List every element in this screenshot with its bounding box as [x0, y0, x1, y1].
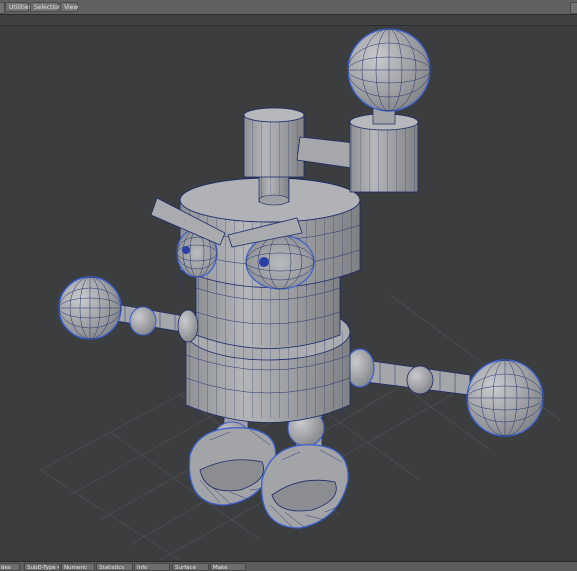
sides-dropdown[interactable]: des — [0, 563, 20, 571]
surface-label: Surface — [175, 565, 196, 571]
perspective-viewport[interactable] — [0, 26, 577, 561]
numeric-label: Numeric — [64, 565, 88, 571]
numeric-button[interactable]: Numeric — [61, 563, 95, 571]
statistics-label: Statistics — [99, 565, 125, 571]
status-toolbar: des SubD-Type ▾ Numeric Statistics Info … — [0, 561, 577, 571]
tab-utilities[interactable]: Utilities — [5, 2, 32, 12]
sides-label: des — [1, 565, 11, 571]
tab-view[interactable]: View — [60, 2, 78, 12]
info-label: Info — [137, 565, 148, 571]
info-button[interactable]: Info — [134, 563, 170, 571]
subd-type-label: SubD-Type — [27, 565, 56, 571]
subd-type-dropdown[interactable]: SubD-Type ▾ — [24, 563, 60, 571]
surface-button[interactable]: Surface — [172, 563, 209, 571]
modeler-window: Utilities Selection View des SubD-Type N… — [0, 0, 577, 571]
top-menu-bar: Utilities Selection View — [0, 0, 577, 15]
right-eye[interactable] — [245, 234, 315, 290]
chevron-down-icon: ▾ — [58, 565, 59, 570]
viewport-title-strip — [0, 15, 577, 26]
tab-overflow-right[interactable] — [570, 2, 577, 14]
make-label: Make — [213, 565, 228, 571]
tab-selection[interactable]: Selection — [30, 2, 62, 12]
statistics-button[interactable]: Statistics — [96, 563, 133, 571]
make-button[interactable]: Make — [210, 563, 246, 571]
